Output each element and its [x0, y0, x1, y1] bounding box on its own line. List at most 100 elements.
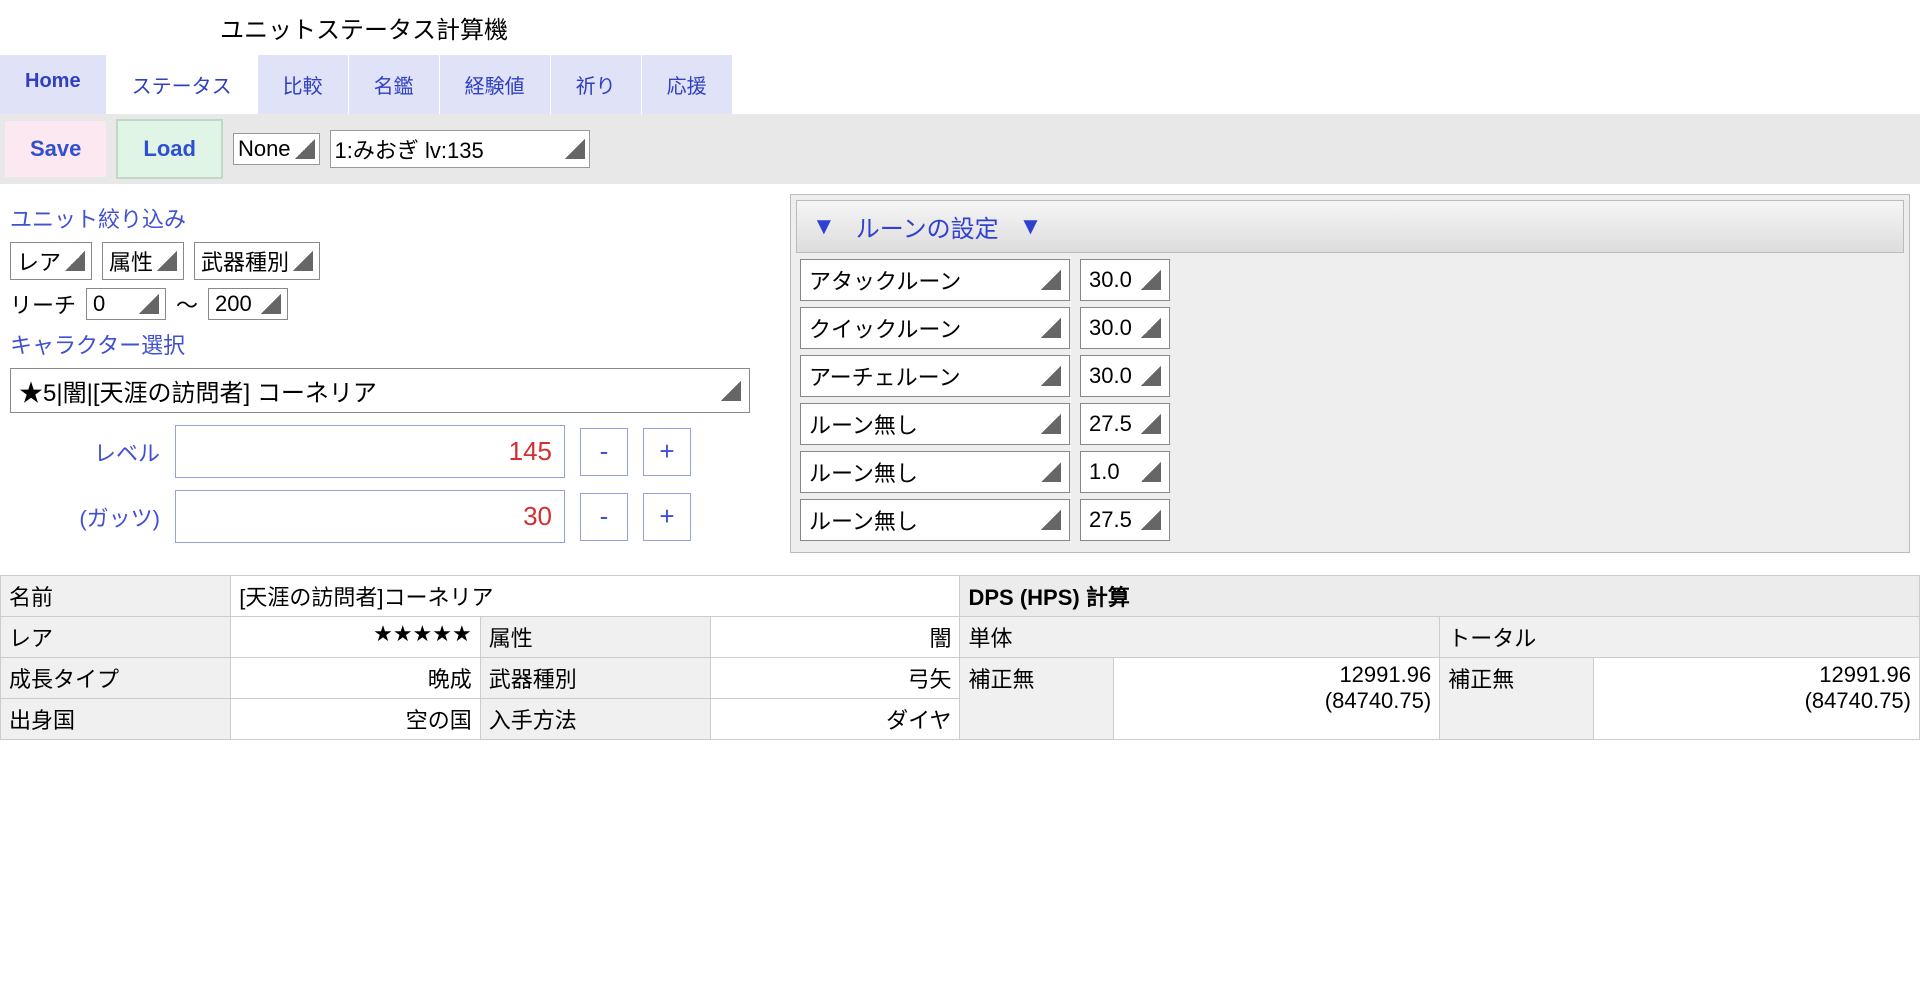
- tab-compare[interactable]: 比較: [258, 55, 349, 114]
- preset-select[interactable]: 1:みおぎ lv:135: [330, 130, 590, 168]
- dps-total-value: 12991.96 (84740.75): [1593, 658, 1919, 740]
- reach-min-select[interactable]: 0: [86, 288, 166, 320]
- rune-name-select-0[interactable]: アタックルーン: [800, 259, 1070, 301]
- nomod-label-1: 補正無: [960, 658, 1114, 740]
- save-button[interactable]: Save: [5, 121, 106, 177]
- save-slot-select[interactable]: None: [233, 133, 320, 165]
- dropdown-icon: [261, 294, 281, 314]
- nav-tabs: Home ステータス 比較 名鑑 経験値 祈り 応援: [0, 55, 1920, 114]
- dropdown-icon: [565, 139, 585, 159]
- load-button[interactable]: Load: [116, 119, 223, 179]
- rune-name-select-1[interactable]: クイックルーン: [800, 307, 1070, 349]
- filter-title: ユニット絞り込み: [10, 202, 770, 234]
- character-select[interactable]: ★5|闇|[天涯の訪問者] コーネリア: [10, 368, 750, 413]
- rare-select[interactable]: レア: [10, 242, 92, 280]
- growth-value: 晩成: [231, 658, 480, 699]
- dps-v2-sub: (84740.75): [1602, 688, 1911, 714]
- tab-home[interactable]: Home: [0, 55, 107, 114]
- name-label: 名前: [1, 576, 231, 617]
- rune-header-label: ルーンの設定: [856, 209, 999, 244]
- page-title: ユニットステータス計算機: [0, 0, 1920, 55]
- rune-row: ルーン無し 27.5: [796, 499, 1904, 541]
- rune-val-select-4[interactable]: 1.0: [1080, 451, 1170, 493]
- dropdown-icon: [1141, 366, 1161, 386]
- rune-val-select-5[interactable]: 27.5: [1080, 499, 1170, 541]
- preset-value: 1:みおぎ lv:135: [335, 133, 484, 165]
- rune-row: アタックルーン 30.0: [796, 259, 1904, 301]
- dps-header: DPS (HPS) 計算: [960, 576, 1920, 617]
- guts-label: (ガッツ): [10, 501, 160, 533]
- weapon-select[interactable]: 武器種別: [194, 242, 320, 280]
- weapon-label-cell: 武器種別: [480, 658, 710, 699]
- rune-val-select-1[interactable]: 30.0: [1080, 307, 1170, 349]
- rune-val-value: 30.0: [1089, 315, 1132, 341]
- rune-val-select-0[interactable]: 30.0: [1080, 259, 1170, 301]
- dps-v1-sub: (84740.75): [1122, 688, 1431, 714]
- tab-support[interactable]: 応援: [642, 55, 733, 114]
- nomod-label-2: 補正無: [1440, 658, 1594, 740]
- guts-plus-button[interactable]: +: [643, 493, 691, 541]
- obtain-value: ダイヤ: [711, 699, 960, 740]
- country-label-cell: 出身国: [1, 699, 231, 740]
- attr-label: 属性: [109, 245, 153, 277]
- dropdown-icon: [1041, 414, 1061, 434]
- tab-exp[interactable]: 経験値: [440, 55, 551, 114]
- dropdown-icon: [293, 251, 313, 271]
- chevron-down-icon: ▼: [1019, 213, 1043, 241]
- stats-table: 名前 [天涯の訪問者]コーネリア DPS (HPS) 計算 レア ★★★★★ 属…: [0, 575, 1920, 740]
- character-value: ★5|闇|[天涯の訪問者] コーネリア: [19, 373, 377, 408]
- country-value: 空の国: [231, 699, 480, 740]
- level-input[interactable]: [175, 425, 565, 478]
- chevron-down-icon: ▼: [812, 213, 836, 241]
- rune-val-select-2[interactable]: 30.0: [1080, 355, 1170, 397]
- rune-name-value: クイックルーン: [809, 312, 961, 344]
- dropdown-icon: [1041, 366, 1061, 386]
- growth-label-cell: 成長タイプ: [1, 658, 231, 699]
- rune-name-select-2[interactable]: アーチェルーン: [800, 355, 1070, 397]
- rune-val-select-3[interactable]: 27.5: [1080, 403, 1170, 445]
- guts-input[interactable]: [175, 490, 565, 543]
- dropdown-icon: [1141, 510, 1161, 530]
- tab-status[interactable]: ステータス: [107, 55, 258, 114]
- reach-min-value: 0: [93, 291, 105, 317]
- rune-header[interactable]: ▼ ルーンの設定 ▼: [796, 200, 1904, 253]
- obtain-label-cell: 入手方法: [480, 699, 710, 740]
- dropdown-icon: [1041, 462, 1061, 482]
- rune-val-value: 30.0: [1089, 363, 1132, 389]
- attr-label-cell: 属性: [480, 617, 710, 658]
- dropdown-icon: [157, 251, 177, 271]
- rune-name-value: ルーン無し: [809, 504, 918, 536]
- name-value: [天涯の訪問者]コーネリア: [231, 576, 960, 617]
- rune-name-select-5[interactable]: ルーン無し: [800, 499, 1070, 541]
- reach-max-select[interactable]: 200: [208, 288, 288, 320]
- rune-name-value: アタックルーン: [809, 264, 961, 296]
- rune-val-value: 1.0: [1089, 459, 1120, 485]
- tab-pray[interactable]: 祈り: [551, 55, 642, 114]
- dropdown-icon: [295, 139, 315, 159]
- attr-value: 闇: [711, 617, 960, 658]
- level-plus-button[interactable]: +: [643, 428, 691, 476]
- weapon-label: 武器種別: [201, 245, 289, 277]
- rune-row: ルーン無し 1.0: [796, 451, 1904, 493]
- save-slot-value: None: [238, 136, 291, 162]
- dropdown-icon: [1141, 318, 1161, 338]
- char-select-label: キャラクター選択: [10, 328, 770, 360]
- rare-value: ★★★★★: [231, 617, 480, 658]
- rune-name-value: アーチェルーン: [809, 360, 961, 392]
- rune-panel: ▼ ルーンの設定 ▼ アタックルーン30.0クイックルーン30.0アーチェルーン…: [790, 194, 1910, 553]
- dropdown-icon: [1041, 510, 1061, 530]
- rune-row: アーチェルーン 30.0: [796, 355, 1904, 397]
- rune-name-select-4[interactable]: ルーン無し: [800, 451, 1070, 493]
- guts-minus-button[interactable]: -: [580, 493, 628, 541]
- level-minus-button[interactable]: -: [580, 428, 628, 476]
- tab-catalog[interactable]: 名鑑: [349, 55, 440, 114]
- rune-name-select-3[interactable]: ルーン無し: [800, 403, 1070, 445]
- reach-label: リーチ: [10, 288, 76, 320]
- dps-total-label: トータル: [1440, 617, 1920, 658]
- dps-v1: 12991.96: [1339, 662, 1431, 687]
- dps-single-value: 12991.96 (84740.75): [1113, 658, 1439, 740]
- attr-select[interactable]: 属性: [102, 242, 184, 280]
- rune-row: ルーン無し27.5: [796, 403, 1904, 445]
- dropdown-icon: [1141, 462, 1161, 482]
- rune-name-value: ルーン無し: [809, 456, 918, 488]
